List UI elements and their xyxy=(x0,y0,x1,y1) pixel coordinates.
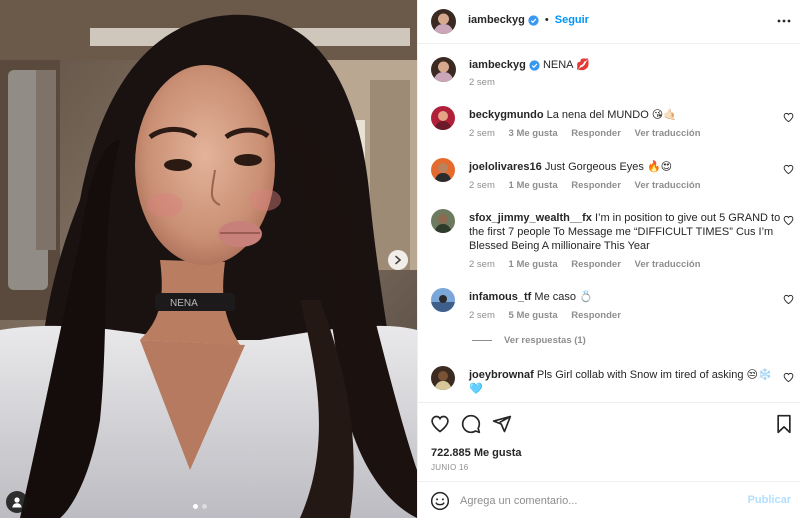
more-horizontal-icon[interactable] xyxy=(777,14,791,28)
replies-divider xyxy=(472,340,492,341)
share-send-icon[interactable] xyxy=(492,414,512,434)
chevron-right-icon xyxy=(395,255,402,265)
translate-button[interactable]: Ver traducción xyxy=(635,180,701,191)
like-comment-icon[interactable] xyxy=(783,215,794,226)
next-image-button[interactable] xyxy=(388,250,408,270)
carousel-dot xyxy=(193,504,198,509)
translate-button[interactable]: Ver traducción xyxy=(635,259,701,270)
author-avatar[interactable] xyxy=(431,9,456,34)
comment-body: sfox_jimmy_wealth__fx I’m in position to… xyxy=(469,211,784,253)
post-dialog: NENA iambeckyg • Seguir iambeckyg NENA 💋… xyxy=(0,0,800,518)
like-heart-icon[interactable] xyxy=(430,414,450,434)
comment-username[interactable]: beckygmundo xyxy=(469,109,544,121)
caption-meta: 2 sem xyxy=(469,77,506,88)
comment-username[interactable]: sfox_jimmy_wealth__fx xyxy=(469,212,592,224)
verified-icon xyxy=(529,59,540,71)
like-comment-icon[interactable] xyxy=(783,372,794,383)
svg-text:NENA: NENA xyxy=(170,298,198,309)
reply-button[interactable]: Responder xyxy=(571,310,621,321)
post-media[interactable]: NENA xyxy=(0,0,417,518)
post-sidebar: iambeckyg • Seguir iambeckyg NENA 💋 2 se… xyxy=(417,0,800,518)
comment-text: Just Gorgeous Eyes 🔥😍 xyxy=(544,161,673,173)
comment-username[interactable]: infamous_tf xyxy=(469,291,531,303)
comment-body: infamous_tf Me caso 💍 xyxy=(469,290,784,304)
comment-icon[interactable] xyxy=(461,414,481,434)
comment-meta: 2 sem 1 Me gusta Responder Ver traducció… xyxy=(469,180,712,191)
post-header: iambeckyg • Seguir xyxy=(418,0,800,44)
comment-likes[interactable]: 3 Me gusta xyxy=(509,128,558,139)
comment-meta: 2 sem 5 Me gusta Responder xyxy=(469,310,632,321)
comment-likes[interactable]: 1 Me gusta xyxy=(509,180,558,191)
caption-body: iambeckyg NENA 💋 xyxy=(469,58,784,72)
user-icon xyxy=(12,497,22,508)
comment-input[interactable] xyxy=(460,491,730,511)
comment-body: beckygmundo La nena del MUNDO 😘🤙🏻 xyxy=(469,108,784,122)
carousel-dot xyxy=(202,504,207,509)
verified-icon xyxy=(528,14,539,26)
publish-button[interactable]: Publicar xyxy=(748,494,791,506)
comment-likes[interactable]: 1 Me gusta xyxy=(509,259,558,270)
comments-list[interactable]: iambeckyg NENA 💋 2 sem beckygmundo La ne… xyxy=(418,44,800,402)
view-replies-button[interactable]: Ver respuestas (1) xyxy=(472,335,586,346)
post-photo: NENA xyxy=(0,0,417,518)
commenter-avatar[interactable] xyxy=(431,366,455,390)
caption-avatar[interactable] xyxy=(431,57,456,82)
post-date: JUNIO 16 xyxy=(431,463,469,472)
author-username[interactable]: iambeckyg xyxy=(468,14,525,26)
comment-username[interactable]: joelolivares16 xyxy=(469,161,542,173)
like-comment-icon[interactable] xyxy=(783,112,794,123)
reply-button[interactable]: Responder xyxy=(571,259,621,270)
reply-button[interactable]: Responder xyxy=(571,180,621,191)
add-comment-bar: Publicar xyxy=(418,481,800,518)
comment-username[interactable]: joeybrownaf xyxy=(469,369,534,381)
likes-count[interactable]: 722.885 Me gusta xyxy=(431,447,522,459)
comment-meta: 2 sem 1 Me gusta Responder Ver traducció… xyxy=(469,259,712,270)
like-comment-icon[interactable] xyxy=(783,164,794,175)
comment-time: 2 sem xyxy=(469,128,495,139)
caption-text: NENA 💋 xyxy=(542,59,590,71)
translate-button[interactable]: Ver traducción xyxy=(635,128,701,139)
tagged-users-button[interactable] xyxy=(6,491,28,513)
commenter-avatar[interactable] xyxy=(431,288,455,312)
comment-text: La nena del MUNDO 😘🤙🏻 xyxy=(546,109,677,121)
caption-time: 2 sem xyxy=(469,77,495,88)
comment-meta: 2 sem 3 Me gusta Responder Ver traducció… xyxy=(469,128,712,139)
like-comment-icon[interactable] xyxy=(783,294,794,305)
view-replies-label: Ver respuestas (1) xyxy=(504,335,586,346)
separator-dot: • xyxy=(544,14,549,26)
bookmark-icon[interactable] xyxy=(775,414,793,434)
comment-body: joeybrownaf Pls Girl collab with Snow im… xyxy=(469,368,784,396)
comment-text: Me caso 💍 xyxy=(534,291,593,303)
caption-username[interactable]: iambeckyg xyxy=(469,59,526,71)
commenter-avatar[interactable] xyxy=(431,209,455,233)
comment-time: 2 sem xyxy=(469,180,495,191)
comment-likes[interactable]: 5 Me gusta xyxy=(509,310,558,321)
emoji-icon[interactable] xyxy=(430,491,450,511)
post-actions: 722.885 Me gusta JUNIO 16 xyxy=(418,402,800,478)
carousel-dots xyxy=(193,504,207,509)
reply-button[interactable]: Responder xyxy=(571,128,621,139)
comment-body: joelolivares16 Just Gorgeous Eyes 🔥😍 xyxy=(469,160,784,174)
commenter-avatar[interactable] xyxy=(431,106,455,130)
comment-time: 2 sem xyxy=(469,310,495,321)
follow-button[interactable]: Seguir xyxy=(555,14,589,26)
comment-time: 2 sem xyxy=(469,259,495,270)
commenter-avatar[interactable] xyxy=(431,158,455,182)
